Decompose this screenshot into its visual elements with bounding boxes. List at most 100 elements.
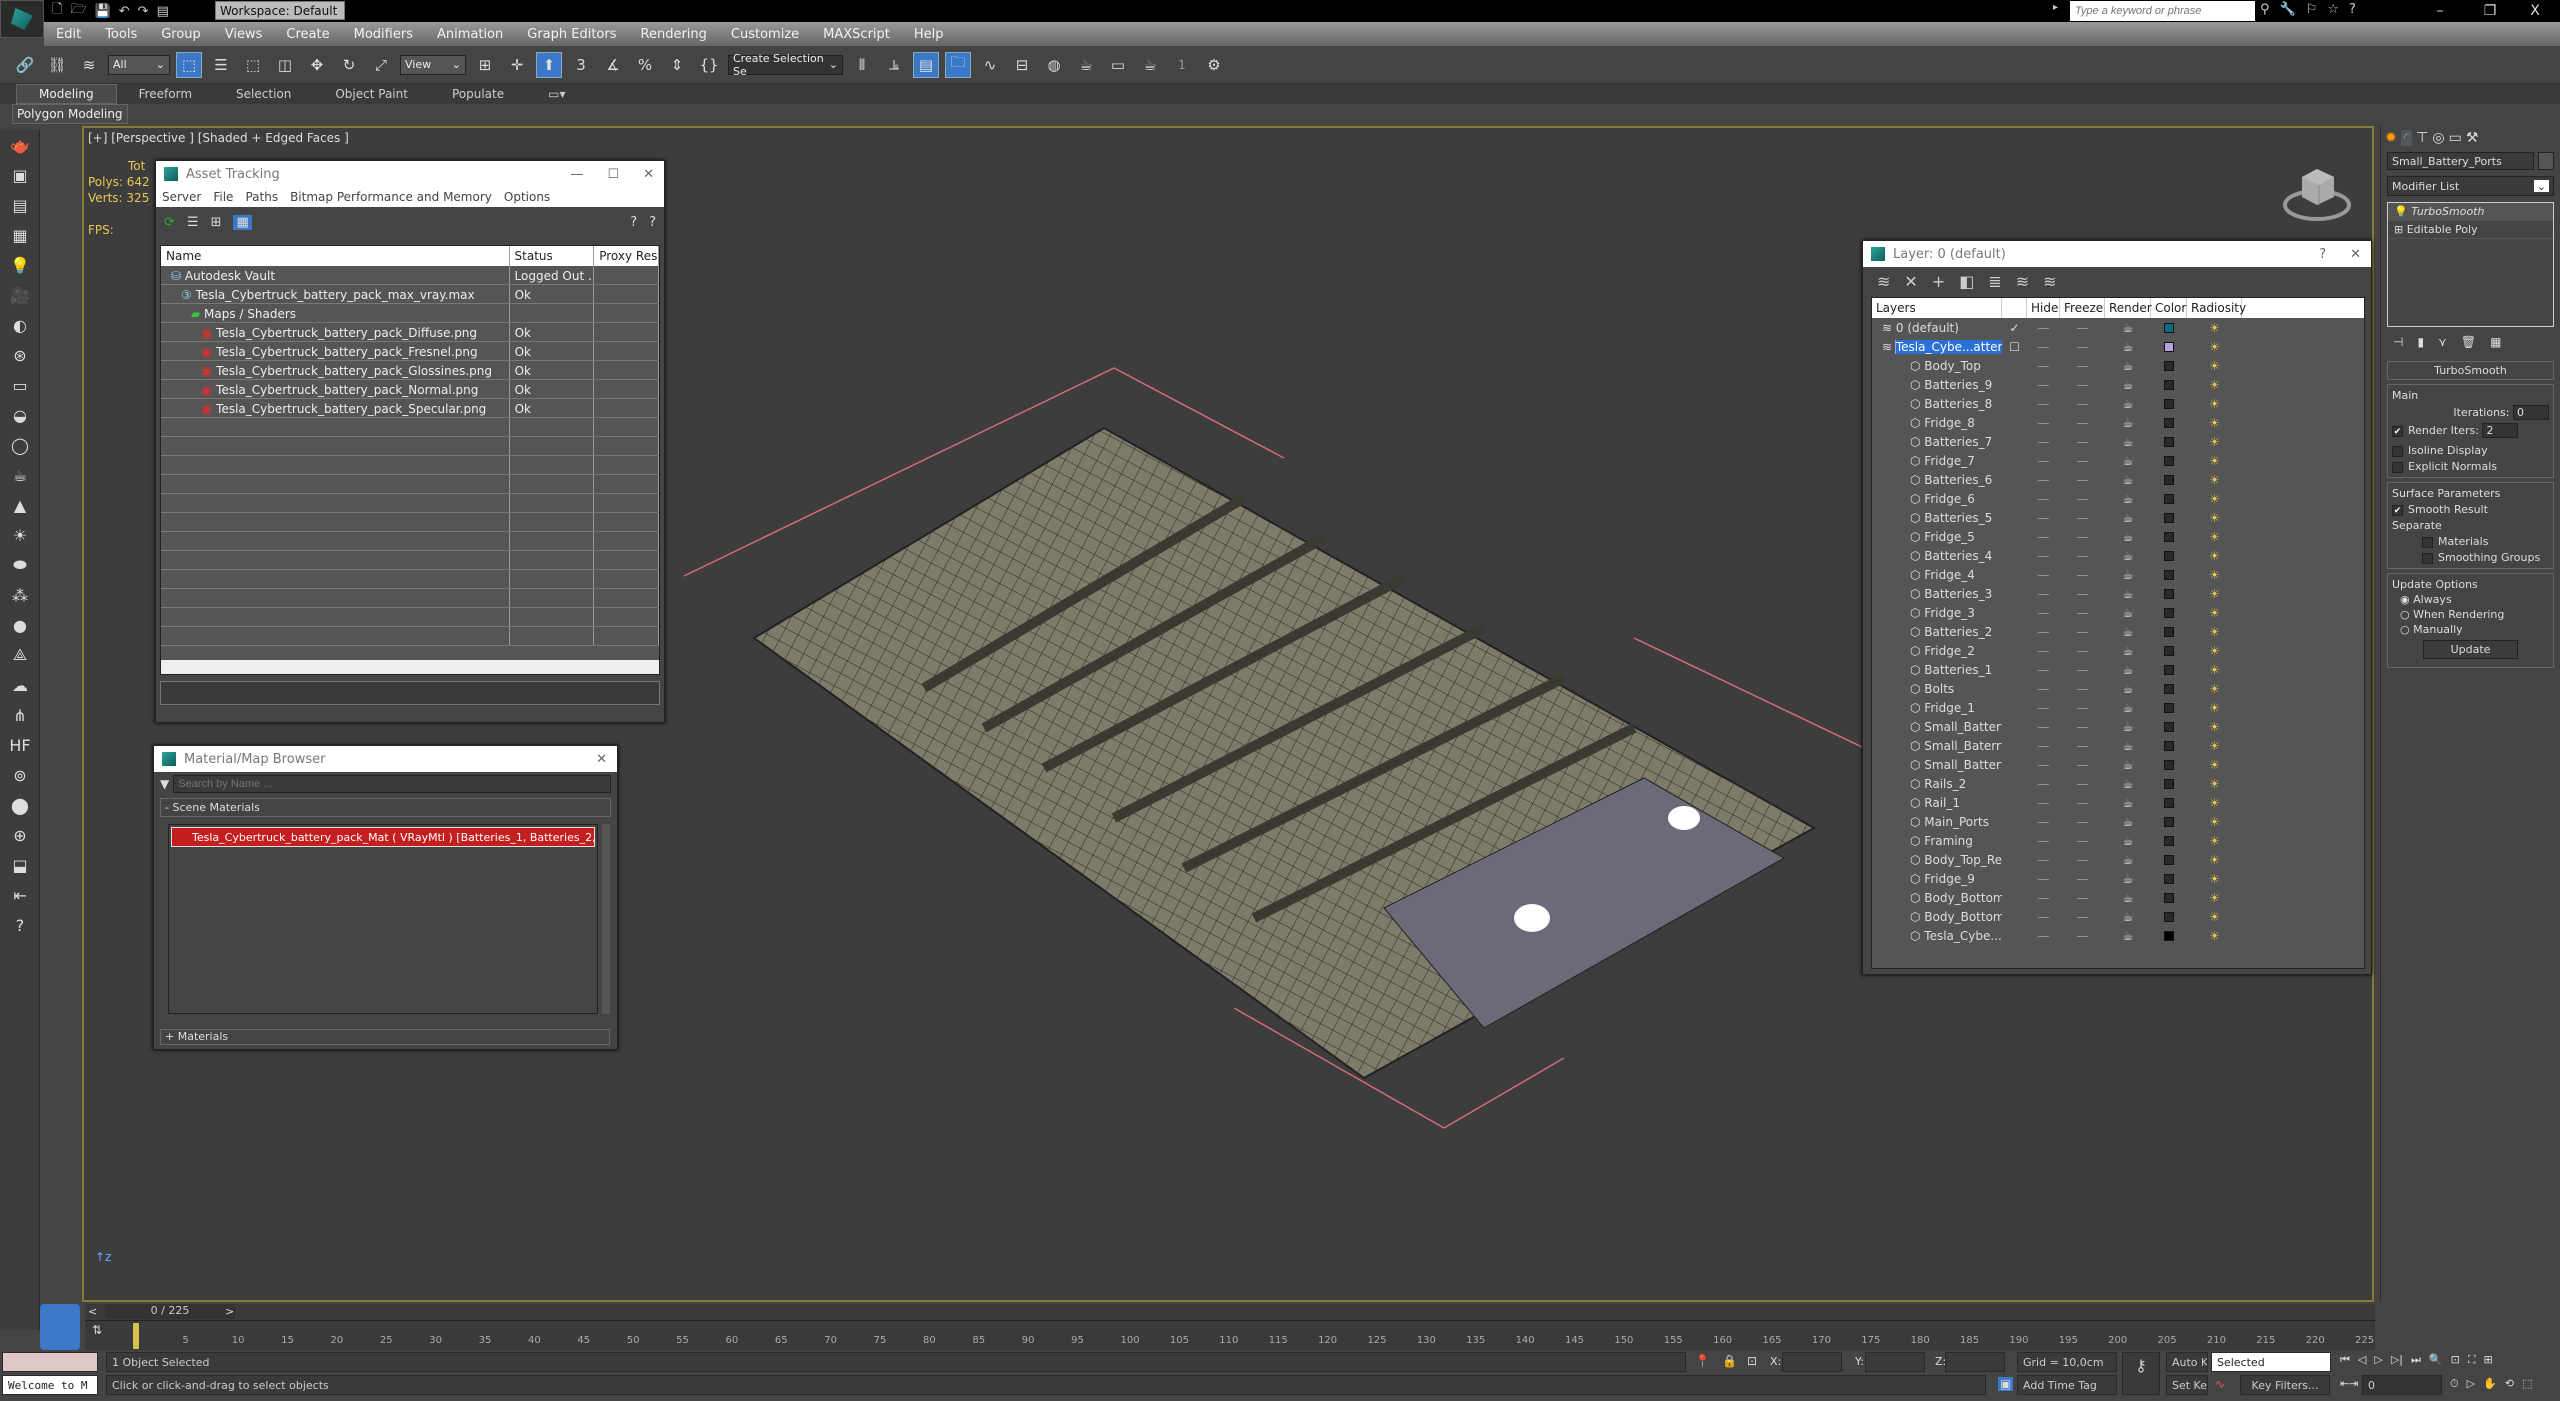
set-key-mode-icon[interactable]: ⚷ xyxy=(2122,1352,2160,1395)
render-teapot-icon[interactable]: ☕ xyxy=(2105,321,2151,335)
asset-row[interactable]: ▰ Maps / Shaders xyxy=(161,304,659,323)
object-row[interactable]: ⬡ Body_Top — — ☕ ☀ xyxy=(1872,356,2364,375)
column-radiosity[interactable]: Radiosity xyxy=(2187,298,2246,318)
teapot-icon[interactable]: 🫖 xyxy=(0,130,40,160)
radiosity-icon[interactable]: ☀ xyxy=(2187,701,2242,715)
pin-stack-icon[interactable]: ⊣ xyxy=(2393,335,2403,349)
render-teapot-icon[interactable]: ☕ xyxy=(2105,682,2151,696)
radiosity-icon[interactable]: ☀ xyxy=(2187,910,2242,924)
menu-customize[interactable]: Customize xyxy=(719,27,811,42)
render-teapot-icon[interactable]: ☕ xyxy=(2105,454,2151,468)
object-row[interactable]: ⬡ Small_Battery_Bo——☕☀ xyxy=(1872,755,2364,774)
materials-group[interactable]: + Materials xyxy=(160,1029,610,1045)
color-swatch[interactable] xyxy=(2151,436,2187,447)
delete-layer-icon[interactable]: ✕ xyxy=(1904,272,1917,291)
radiosity-icon[interactable]: ☀ xyxy=(2187,872,2242,886)
color-swatch[interactable] xyxy=(2151,607,2187,618)
time-slider-marker[interactable] xyxy=(133,1323,139,1349)
radiosity-icon[interactable]: ☀ xyxy=(2187,739,2242,753)
radiosity-icon[interactable]: ☀ xyxy=(2187,625,2242,639)
color-swatch[interactable] xyxy=(2151,892,2187,903)
ribbon-options-icon[interactable]: ▭▾ xyxy=(526,85,587,103)
color-swatch[interactable] xyxy=(2151,379,2187,390)
hide-toggle[interactable]: — xyxy=(2027,796,2060,810)
material-assign-icon[interactable]: ⊕ xyxy=(0,820,40,850)
open-file-icon[interactable]: 🗁 xyxy=(70,0,86,22)
freeze-toggle[interactable]: — xyxy=(2060,378,2105,392)
help-online-icon[interactable]: ? xyxy=(630,215,637,230)
freeze-toggle[interactable]: — xyxy=(2060,701,2105,715)
render-setup-icon[interactable]: ☕ xyxy=(1073,52,1099,78)
object-row[interactable]: ⬡ Fridge_2— — ☕ ☀ xyxy=(1872,641,2364,660)
freeze-toggle[interactable]: — xyxy=(2060,758,2105,772)
absolute-mode-icon[interactable]: ⊡ xyxy=(1747,1354,1757,1368)
unlink-icon[interactable]: ⛓ xyxy=(44,52,70,78)
object-row[interactable]: ⬡ Body_Bottom_De——☕☀ xyxy=(1872,888,2364,907)
color-swatch[interactable] xyxy=(2151,702,2187,713)
asset-path-field[interactable] xyxy=(160,681,660,705)
rectangular-selection-icon[interactable]: ⬚ xyxy=(240,52,266,78)
hide-toggle[interactable]: — xyxy=(2027,530,2060,544)
project-icon[interactable]: ▤ xyxy=(157,4,169,19)
horizontal-scrollbar[interactable] xyxy=(161,660,659,674)
close-icon[interactable]: ✕ xyxy=(2350,247,2361,262)
freeze-toggle[interactable]: — xyxy=(2060,853,2105,867)
smooth-result-checkbox[interactable]: ✔ xyxy=(2392,504,2403,516)
freeze-toggle[interactable]: — xyxy=(2060,473,2105,487)
hide-toggle[interactable]: — xyxy=(2027,720,2060,734)
help-search-input[interactable] xyxy=(2070,1,2255,21)
radiosity-icon[interactable]: ☀ xyxy=(2187,663,2242,677)
menu-modifiers[interactable]: Modifiers xyxy=(342,27,425,42)
volume-grid-icon[interactable]: ☁ xyxy=(0,670,40,700)
spinner-snap-icon[interactable]: ⇕ xyxy=(664,52,690,78)
create-tab-icon[interactable]: ✹ xyxy=(2385,130,2397,146)
render-teapot-icon[interactable]: ☕ xyxy=(2105,720,2151,734)
render-window-icon[interactable]: ▣ xyxy=(0,160,40,190)
hide-toggle[interactable]: — xyxy=(2027,378,2060,392)
select-manipulate-icon[interactable]: ✛ xyxy=(504,52,530,78)
object-row[interactable]: ⬡ Fridge_9— — ☕ ☀ xyxy=(1872,869,2364,888)
menu-tools[interactable]: Tools xyxy=(93,27,149,42)
material-editor-icon[interactable]: ◍ xyxy=(1041,52,1067,78)
radiosity-icon[interactable]: ☀ xyxy=(2187,758,2242,772)
light-lister-icon[interactable]: 💡 xyxy=(0,250,40,280)
radiosity-icon[interactable]: ☀ xyxy=(2187,416,2242,430)
radiosity-icon[interactable]: ☀ xyxy=(2187,378,2242,392)
radiosity-icon[interactable]: ☀ xyxy=(2187,834,2242,848)
proxy-icon[interactable]: ⟁ xyxy=(0,640,40,670)
ies-light-icon[interactable]: ▲ xyxy=(0,490,40,520)
freeze-toggle[interactable]: — xyxy=(2060,511,2105,525)
column-hide[interactable]: Hide xyxy=(2027,298,2060,318)
satellite-icon[interactable]: ⚐ xyxy=(2306,2,2318,17)
app-menu-button[interactable] xyxy=(0,0,44,38)
freeze-toggle[interactable]: — xyxy=(2060,568,2105,582)
hide-toggle[interactable]: — xyxy=(2027,758,2060,772)
maxscript-listener[interactable]: Welcome to M xyxy=(2,1375,98,1395)
key-tangent-icon[interactable]: ∿ xyxy=(2215,1377,2225,1391)
render-iters-checkbox[interactable]: ✔ xyxy=(2392,425,2403,437)
help-icon[interactable]: ? xyxy=(649,215,656,230)
turbosmooth-rollout-header[interactable]: TurboSmooth xyxy=(2387,361,2554,380)
viewport-label[interactable]: [+] [Perspective ] [Shaded + Edged Faces… xyxy=(88,131,349,145)
z-coordinate-field[interactable] xyxy=(1945,1352,2005,1372)
close-button[interactable]: X xyxy=(2515,0,2555,22)
render-teapot-icon[interactable]: ☕ xyxy=(2105,777,2151,791)
table-view-icon[interactable]: ▦ xyxy=(233,214,252,230)
display-tab-icon[interactable]: ▭ xyxy=(2449,130,2462,146)
plane-light-icon[interactable]: ▭ xyxy=(0,370,40,400)
color-swatch[interactable] xyxy=(2151,512,2187,523)
key-icon[interactable]: 🔧 xyxy=(2280,2,2296,17)
freeze-toggle[interactable]: — xyxy=(2060,625,2105,639)
fov-icon[interactable]: ▷ xyxy=(2467,1377,2475,1391)
render-teapot-icon[interactable]: ☕ xyxy=(2105,663,2151,677)
play-icon[interactable]: ▷ xyxy=(2374,1353,2382,1367)
hide-toggle[interactable]: — xyxy=(2027,454,2060,468)
freeze-toggle[interactable]: — xyxy=(2060,321,2105,335)
layer-row[interactable]: ≋ Tesla_Cybe...attery ☐ — — ☕ ☀ xyxy=(1872,337,2364,356)
track-bar[interactable]: 0510152025303540455055606570758085909510… xyxy=(85,1320,2375,1350)
align-icon[interactable]: ⫡ xyxy=(881,52,907,78)
select-by-name-icon[interactable]: ☰ xyxy=(208,52,234,78)
radiosity-icon[interactable]: ☀ xyxy=(2187,796,2242,810)
go-to-start-icon[interactable]: ⏮ xyxy=(2340,1353,2350,1367)
tab-freeform[interactable]: Freeform xyxy=(117,85,214,103)
